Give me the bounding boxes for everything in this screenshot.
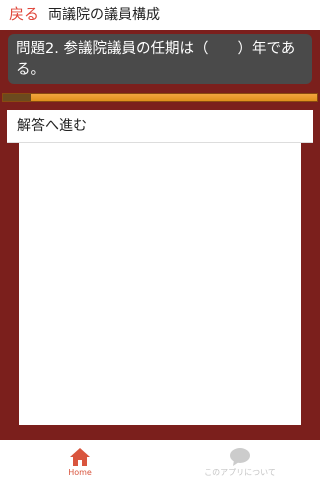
question-text: 問題2. 参議院議員の任期は（ ）年である。 [16,41,296,78]
page-title: 両議院の議員構成 [48,7,160,23]
tab-home[interactable]: Home [0,440,160,480]
tab-home-label: Home [68,468,92,477]
tab-about-app[interactable]: このアプリについて [160,440,320,480]
proceed-to-answer-button[interactable]: 解答へ進む [7,110,313,143]
question-box: 問題2. 参議院議員の任期は（ ）年である。 [8,34,312,84]
tab-bar: Home このアプリについて [0,440,320,480]
back-button[interactable]: 戻る [9,4,39,24]
content-area [19,110,301,425]
top-bar: 戻る 両議院の議員構成 [0,0,320,30]
speech-bubble-icon [230,448,250,466]
progress-bar [2,93,318,102]
home-icon [70,448,90,466]
progress-fill [3,94,32,101]
tab-about-label: このアプリについて [204,468,276,477]
